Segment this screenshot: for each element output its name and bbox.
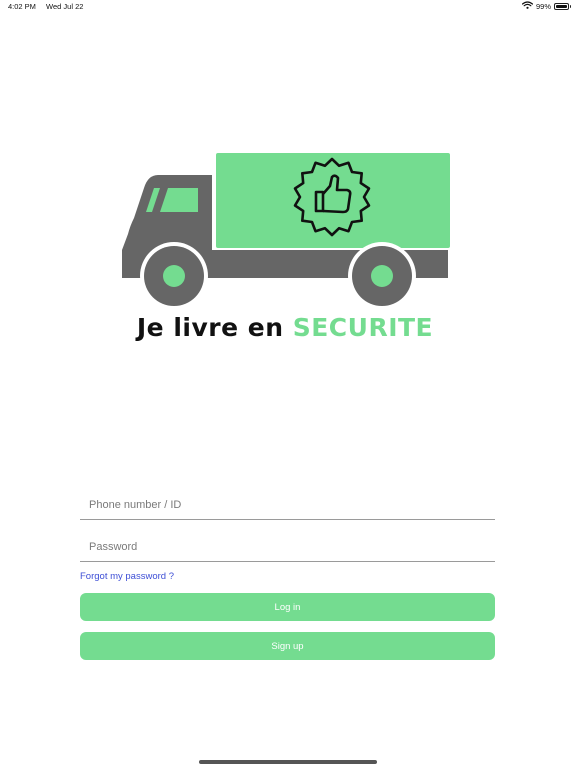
login-screen: 4:02 PM Wed Jul 22 99% Je livre en SECUR… [0,0,576,768]
status-right: 99% [521,1,571,11]
home-indicator[interactable] [199,760,377,764]
login-button[interactable]: Log in [80,593,495,621]
logo-text-dark: Je livre en [136,313,284,342]
truck-icon [122,153,450,310]
status-time: 4:02 PM [8,2,36,11]
battery-fill [556,4,567,8]
logo-text: Je livre en SECURITE [118,313,452,342]
wifi-icon [521,1,534,11]
forgot-password-link[interactable]: Forgot my password ? [80,571,174,582]
password-input[interactable] [80,532,495,562]
status-left: 4:02 PM Wed Jul 22 [8,2,91,11]
status-bar: 4:02 PM Wed Jul 22 99% [0,0,576,14]
status-date: Wed Jul 22 [46,2,84,11]
signup-button[interactable]: Sign up [80,632,495,660]
battery-icon [554,2,571,10]
phone-id-input[interactable] [80,490,495,520]
front-wheel-hub [163,265,185,287]
battery-percent: 99% [535,1,551,11]
app-logo: Je livre en SECURITE [118,150,452,350]
rear-wheel-hub [371,265,393,287]
logo-text-green: SECURITE [292,313,434,342]
